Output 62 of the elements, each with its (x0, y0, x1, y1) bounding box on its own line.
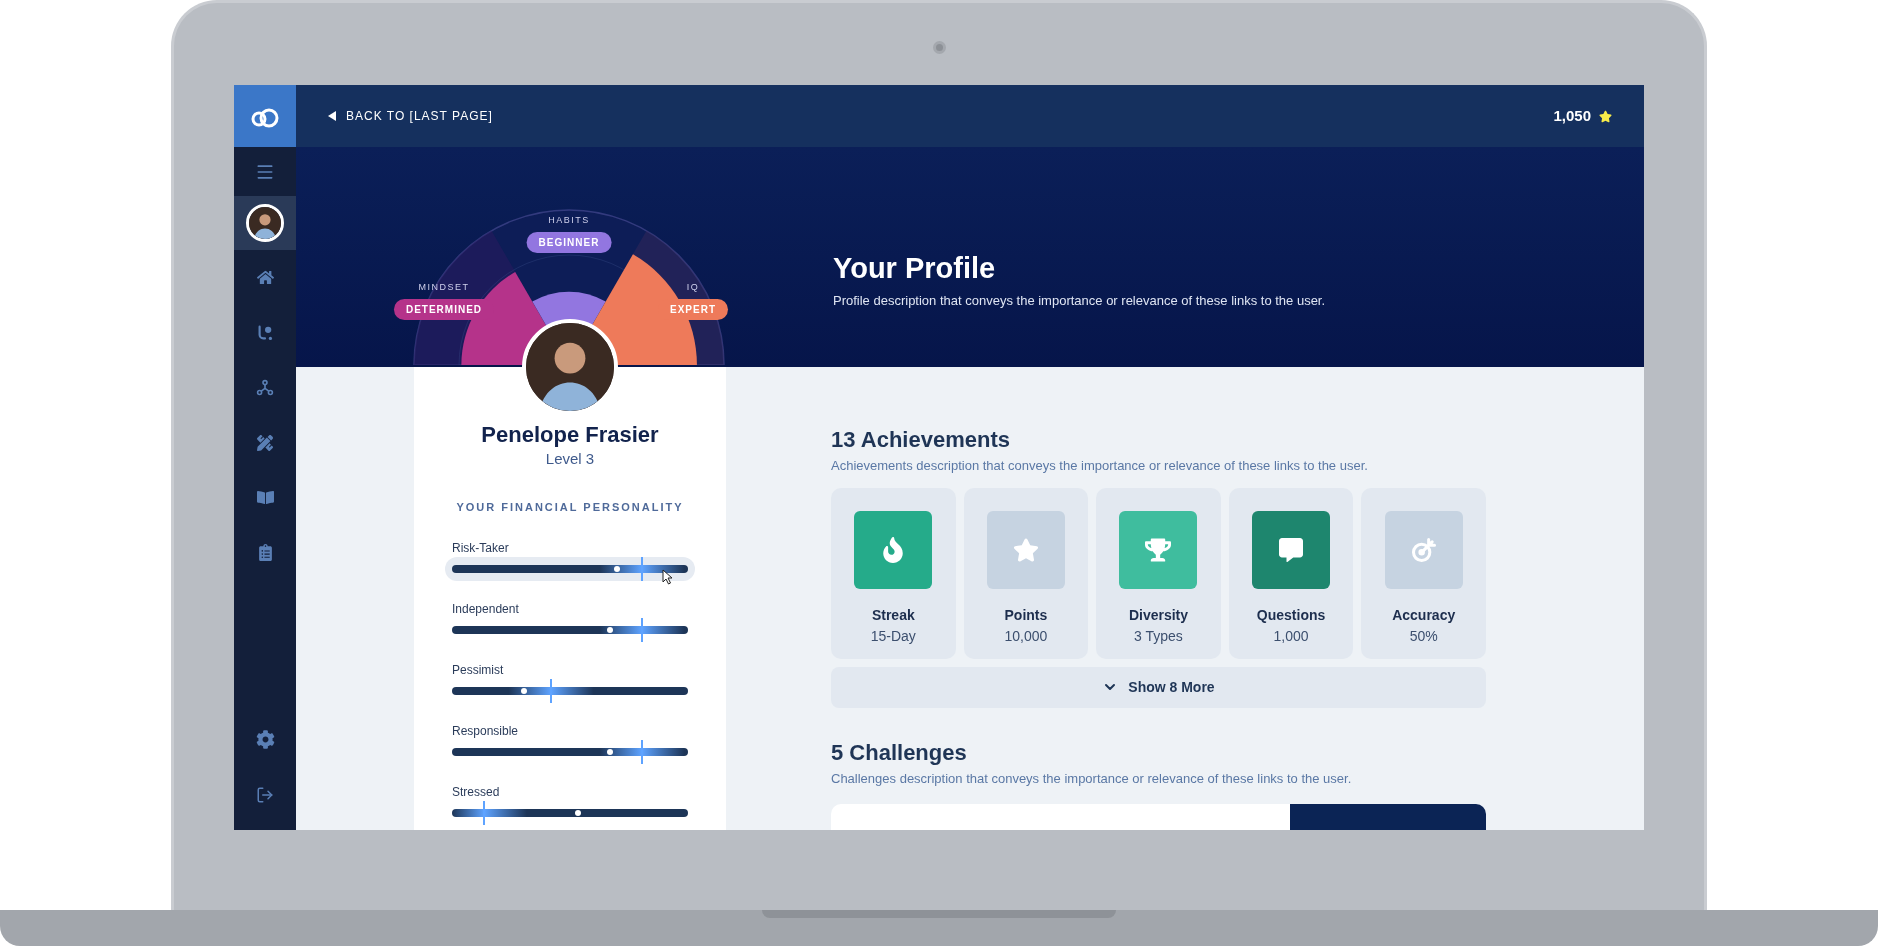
trait-category-label: IQ (686, 281, 700, 294)
section-description: Achievements description that conveys the importance or relevance of these links to the user. (831, 457, 1369, 475)
logo-tile[interactable] (234, 85, 296, 147)
open-book-icon[interactable] (256, 489, 274, 506)
speech-bubble-icon (1279, 537, 1304, 562)
back-triangle-icon (328, 111, 336, 121)
trait-label: Responsible (452, 722, 520, 739)
trait-label: Risk-Taker (452, 539, 510, 556)
settings-icon[interactable] (255, 730, 275, 749)
trait-category-label: MINDSET (418, 281, 470, 294)
logout-icon[interactable] (256, 785, 274, 804)
achievement-label: Questions (1256, 605, 1326, 625)
avatar-placeholder (246, 204, 284, 242)
profile-name: Penelope Frasier (481, 421, 659, 449)
section-title: 5 Challenges (831, 738, 968, 767)
star-icon (1012, 536, 1039, 563)
slider-marker[interactable] (550, 678, 553, 703)
connections-icon[interactable] (256, 323, 274, 342)
slider-track[interactable] (452, 800, 688, 825)
profile-level: Level 3 (545, 449, 595, 469)
back-link[interactable]: BACK TO [LAST PAGE] (328, 107, 493, 125)
home-icon[interactable] (256, 269, 274, 286)
achievement-label: Diversity (1128, 605, 1189, 625)
clipboard-icon[interactable] (256, 544, 274, 561)
trophy-icon (1145, 536, 1172, 563)
achievement-value: 50% (1409, 626, 1438, 646)
page-title: Your Profile (833, 251, 997, 285)
trait-label: Pessimist (452, 661, 505, 678)
star-icon (1599, 109, 1612, 123)
slider-marker[interactable] (640, 739, 643, 764)
slider-track[interactable] (452, 678, 688, 703)
target-arrow-icon (1409, 535, 1438, 564)
mouse-cursor-icon (662, 568, 673, 585)
trait-label: Stressed (452, 783, 501, 800)
ruler-pencil-icon[interactable] (257, 434, 273, 451)
achievement-value: 1,000 (1273, 626, 1309, 646)
slider-track[interactable] (452, 617, 688, 642)
trait-label: Independent (452, 600, 520, 617)
slider-marker[interactable] (640, 617, 643, 642)
section-title: 13 Achievements (831, 426, 1011, 454)
achievement-card[interactable]: Accuracy 50% (1361, 487, 1486, 659)
show-more-button[interactable]: Show 8 More (831, 666, 1486, 708)
slider-track[interactable] (452, 739, 688, 764)
network-icon[interactable] (256, 378, 274, 397)
achievement-value: 3 Types (1134, 626, 1183, 646)
achievement-label: Accuracy (1392, 605, 1456, 625)
achievement-value: 15-Day (870, 626, 916, 646)
achievement-card[interactable]: Streak 15-Day (831, 487, 956, 659)
slider-marker[interactable] (483, 800, 486, 825)
achievement-label: Streak (871, 605, 915, 625)
achievement-card[interactable]: Questions 1,000 (1228, 487, 1354, 659)
section-heading: YOUR FINANCIAL PERSONALITY (456, 500, 684, 515)
page-description: Profile description that conveys the importance or relevance of these links to the user. (833, 292, 1327, 310)
trait-category-label: HABITS (548, 214, 590, 227)
achievement-label: Points (1004, 605, 1048, 625)
achievement-card[interactable]: Diversity 3 Types (1096, 487, 1221, 659)
section-description: Challenges description that conveys the importance or relevance of these links to the user. (831, 769, 1353, 788)
points-total: 1,050 (1553, 105, 1591, 126)
slider-marker[interactable] (640, 556, 643, 581)
achievement-value: 10,000 (1004, 626, 1048, 646)
achievement-card[interactable]: Points 10,000 (963, 487, 1089, 659)
sidebar-item[interactable] (234, 196, 296, 250)
